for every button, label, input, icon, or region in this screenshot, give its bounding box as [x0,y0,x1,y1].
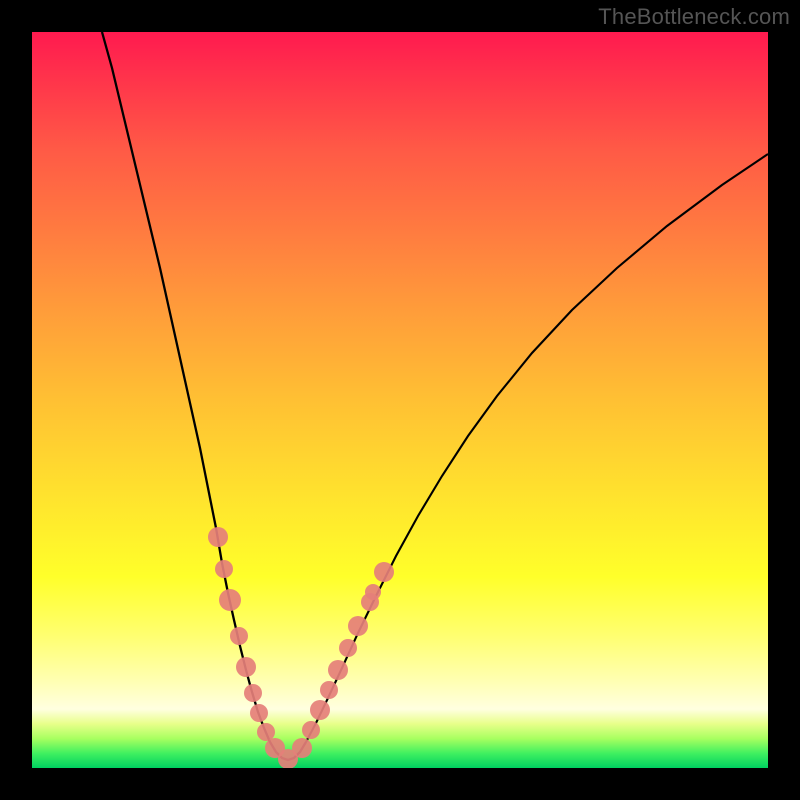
watermark-text: TheBottleneck.com [598,4,790,30]
plot-area [32,32,768,768]
marker-dot [348,616,368,636]
marker-dot [244,684,262,702]
marker-dot [257,723,275,741]
marker-dot [236,657,256,677]
marker-dot [339,639,357,657]
marker-dot [215,560,233,578]
marker-dot [310,700,330,720]
marker-dot [250,704,268,722]
marker-dot [208,527,228,547]
marker-dot [374,562,394,582]
marker-dot [328,660,348,680]
marker-dot [365,584,381,600]
marker-dot [230,627,248,645]
marker-group [208,527,394,768]
marker-dot [219,589,241,611]
marker-dot [302,721,320,739]
marker-dot [292,738,312,758]
marker-dot [320,681,338,699]
outer-frame: TheBottleneck.com [0,0,800,800]
curve-right [306,154,768,742]
curve-svg [32,32,768,768]
